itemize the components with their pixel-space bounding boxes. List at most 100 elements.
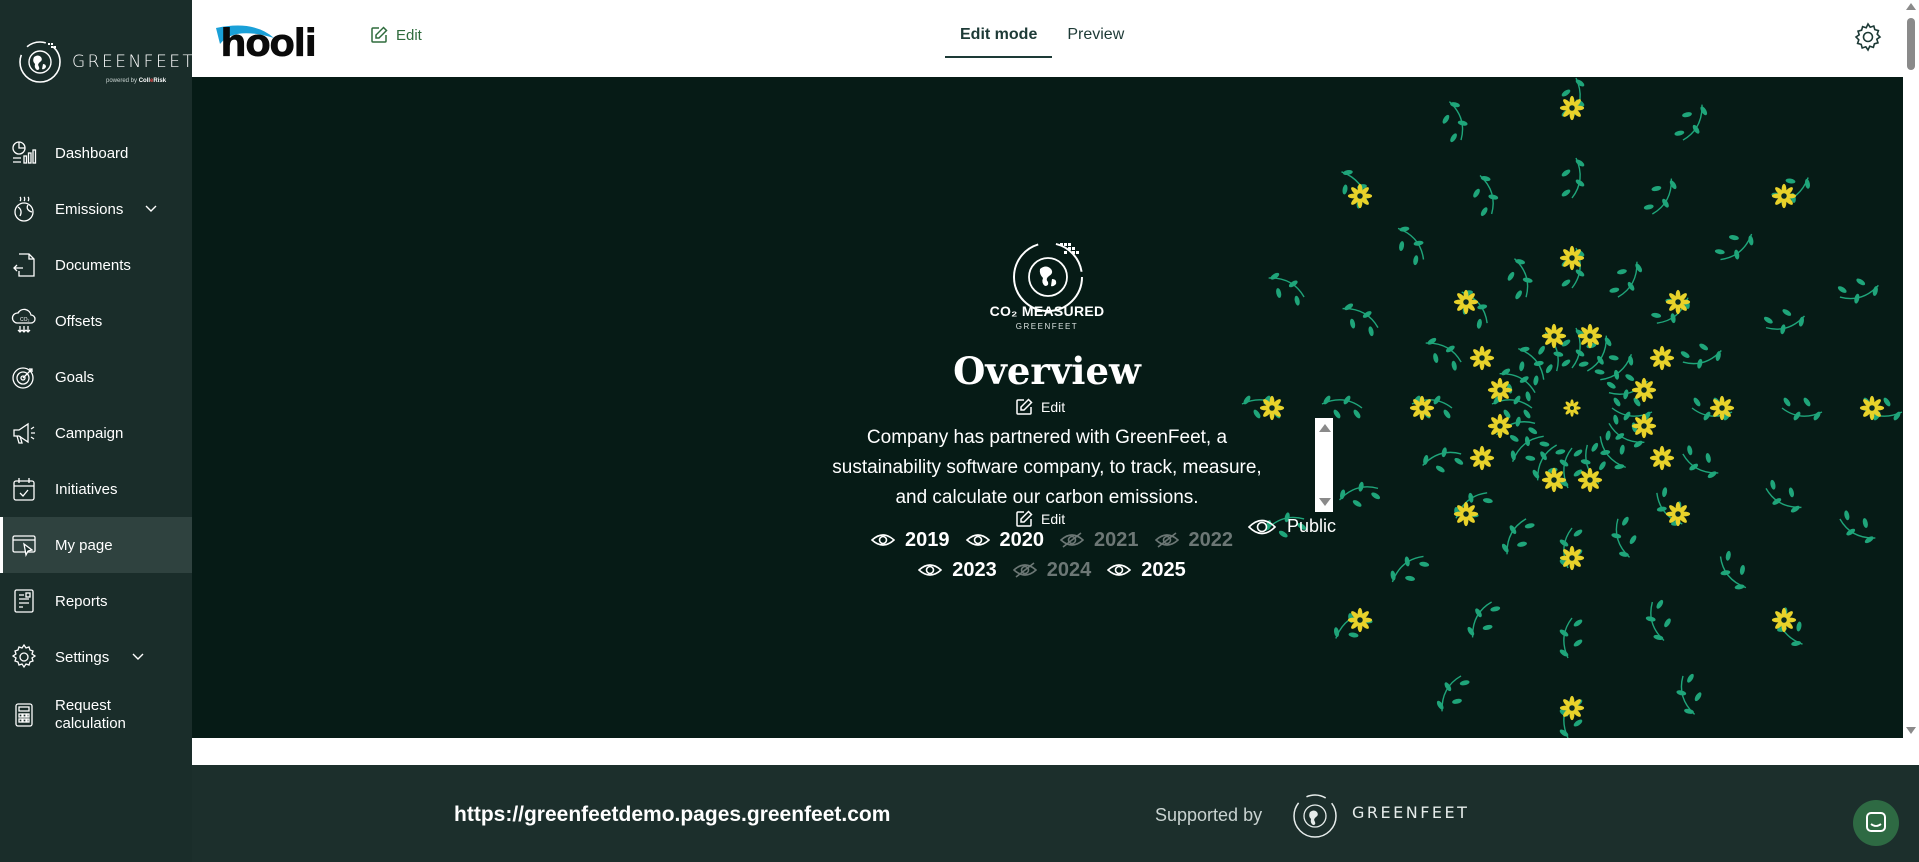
sidebar-item-offsets[interactable]: CO₂ Offsets	[0, 293, 192, 349]
globe-logo-icon	[19, 41, 61, 83]
year-visibility-list: 2019 2020 2021 2022 2023 2024 2025	[852, 525, 1252, 585]
calculator-icon	[15, 703, 33, 727]
sidebar-item-label: Documents	[55, 256, 131, 274]
documents-icon	[13, 253, 35, 277]
edit-label: Edit	[396, 26, 422, 44]
description-scrollbar[interactable]	[1315, 418, 1333, 512]
sidebar-item-documents[interactable]: Documents	[0, 237, 192, 293]
eye-off-icon	[1154, 532, 1179, 548]
eye-icon	[918, 564, 943, 576]
sidebar-item-label: Reports	[55, 592, 108, 610]
scrollbar-thumb[interactable]	[1907, 18, 1915, 70]
hooli-logo[interactable]: hooli	[214, 18, 338, 64]
sidebar-item-label: Campaign	[55, 424, 124, 442]
eye-icon	[965, 534, 990, 546]
floral-ornament-image	[1241, 77, 1903, 738]
sidebar-item-label: Offsets	[55, 312, 103, 330]
chevron-down-icon[interactable]	[132, 653, 144, 661]
settings-icon	[11, 643, 37, 669]
year-toggle-2024[interactable]: 2024	[1012, 558, 1092, 582]
year-label: 2023	[952, 558, 997, 581]
sidebar-item-label: Emissions	[55, 200, 124, 218]
year-toggle-2025[interactable]: 2025	[1107, 559, 1186, 582]
year-label: 2025	[1141, 558, 1186, 581]
scroll-up-arrow-icon[interactable]	[1906, 3, 1916, 10]
year-toggle-2022[interactable]: 2022	[1154, 528, 1234, 552]
year-label: 2022	[1188, 528, 1234, 551]
edit-icon	[1016, 398, 1033, 415]
sidebar-item-label: Request calculation	[55, 697, 126, 732]
supported-by-text: Supported by	[1155, 805, 1263, 825]
sidebar-item-label: Dashboard	[55, 144, 129, 162]
sidebar-item-emissions[interactable]: Emissions	[0, 181, 192, 237]
hero-banner: CO₂ MEASURED GREENFEET Overview Edit Com…	[192, 77, 1903, 738]
sidebar-item-my-page[interactable]: My page	[0, 517, 192, 573]
initiatives-icon	[13, 478, 35, 501]
sidebar: GREENFEET powered by ColleRisk Dashboard…	[0, 0, 193, 862]
sidebar-item-request-calculation[interactable]: Request calculation	[0, 685, 192, 745]
year-toggle-2021[interactable]: 2021	[1060, 529, 1139, 552]
reports-icon	[14, 589, 34, 613]
year-row: 2019 2020 2021 2022	[852, 525, 1252, 555]
top-bar: hooli Edit Edit mode Preview	[192, 0, 1919, 77]
eye-off-icon	[1060, 532, 1084, 548]
eye-icon	[871, 534, 895, 546]
page-scrollbar[interactable]	[1903, 0, 1919, 738]
scroll-down-arrow-icon[interactable]	[1319, 498, 1331, 506]
sidebar-item-dashboard[interactable]: Dashboard	[0, 125, 192, 181]
public-label: Public	[1287, 516, 1337, 536]
greenfeet-logo[interactable]: GREENFEET powered by ColleRisk	[16, 34, 193, 90]
sidebar-item-label: Initiatives	[55, 480, 118, 498]
edit-label: Edit	[1041, 399, 1066, 415]
dashboard-icon	[12, 141, 37, 164]
tab-preview[interactable]: Preview	[1052, 22, 1139, 58]
footer-brand-name: GREENFEET	[1352, 803, 1470, 822]
sidebar-item-reports[interactable]: Reports	[0, 573, 192, 629]
gear-icon[interactable]	[1853, 22, 1883, 52]
year-toggle-2020[interactable]: 2020	[965, 528, 1045, 552]
offsets-icon: CO₂	[11, 308, 36, 333]
page-title: Overview	[953, 349, 1141, 393]
sidebar-item-label: Goals	[55, 368, 95, 386]
page-footer: https://greenfeetdemo.pages.greenfeet.co…	[192, 765, 1919, 862]
badge-title: CO₂ MEASURED	[989, 303, 1105, 319]
public-visibility-toggle[interactable]: Public	[1247, 516, 1336, 537]
my-page-icon	[12, 535, 36, 558]
goals-icon	[12, 367, 34, 389]
year-toggle-2019[interactable]: 2019	[871, 529, 950, 552]
chevron-down-icon[interactable]	[145, 205, 157, 213]
overview-description: Company has partnered with GreenFeet, a …	[832, 427, 1262, 508]
year-label: 2021	[1094, 528, 1139, 551]
sidebar-item-campaign[interactable]: Campaign	[0, 405, 192, 461]
sidebar-nav: Dashboard Emissions Documents CO₂ Offset…	[0, 125, 192, 745]
svg-text:CO₂: CO₂	[20, 317, 30, 323]
sidebar-item-label: Settings	[55, 648, 110, 666]
badge-subtitle: GREENFEET	[1015, 322, 1079, 331]
edit-icon	[371, 26, 388, 43]
scroll-down-arrow-icon[interactable]	[1906, 727, 1916, 734]
year-row: 2023 2024 2025	[852, 555, 1252, 585]
eye-icon	[1107, 564, 1132, 576]
emissions-icon	[14, 196, 34, 222]
year-label: 2024	[1046, 558, 1092, 581]
sidebar-item-initiatives[interactable]: Initiatives	[0, 461, 192, 517]
year-label: 2019	[905, 528, 950, 551]
year-label: 2020	[999, 528, 1045, 551]
page-url-link[interactable]: https://greenfeetdemo.pages.greenfeet.co…	[454, 803, 890, 827]
edit-title-button[interactable]: Edit	[1015, 398, 1065, 416]
eye-off-icon	[1012, 562, 1037, 578]
scroll-up-arrow-icon[interactable]	[1319, 424, 1331, 432]
year-toggle-2023[interactable]: 2023	[918, 559, 997, 582]
powered-by-text: powered by ColleRisk	[106, 78, 167, 84]
campaign-icon	[13, 422, 35, 444]
svg-text:hooli: hooli	[220, 21, 315, 64]
co2-measured-badge-icon	[1013, 242, 1083, 312]
edit-logo-button[interactable]: Edit	[370, 26, 422, 44]
tab-edit-mode[interactable]: Edit mode	[945, 22, 1053, 58]
chat-launcher-button[interactable]	[1853, 800, 1899, 846]
greenfeet-globe-icon	[1293, 794, 1337, 838]
sidebar-item-goals[interactable]: Goals	[0, 349, 192, 405]
sidebar-item-settings[interactable]: Settings	[0, 629, 192, 685]
sidebar-item-label: My page	[55, 536, 113, 554]
chat-icon	[1866, 812, 1886, 832]
